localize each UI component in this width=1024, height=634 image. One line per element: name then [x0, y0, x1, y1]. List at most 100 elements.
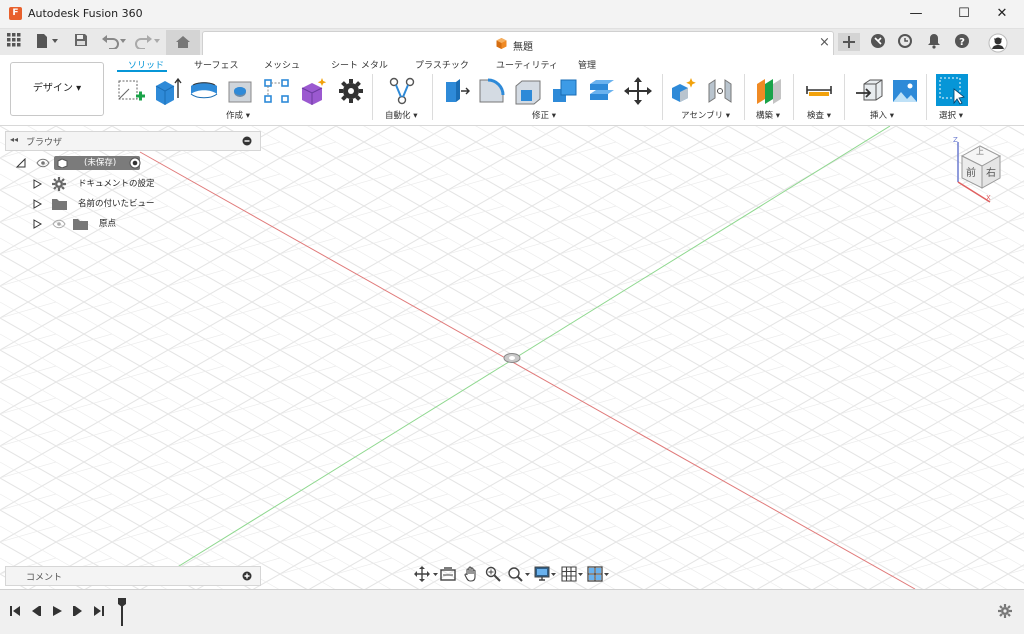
home-icon[interactable]	[166, 30, 200, 55]
save-icon[interactable]	[73, 33, 89, 51]
step-forward-icon[interactable]	[72, 605, 84, 617]
comments-title: コメント	[26, 573, 63, 583]
folder-icon	[73, 219, 88, 230]
expand-arrow-icon[interactable]	[33, 199, 42, 209]
tab-manage[interactable]: 管理	[578, 58, 596, 71]
ribbon-separator	[926, 74, 927, 120]
view-cube-top-label[interactable]: 上	[976, 146, 984, 157]
insert-canvas-image-icon[interactable]	[890, 76, 920, 106]
press-pull-icon[interactable]	[441, 76, 471, 106]
create-sketch-icon[interactable]	[116, 76, 146, 106]
zoom-icon[interactable]	[485, 566, 501, 582]
add-comment-icon[interactable]	[242, 571, 252, 581]
play-icon[interactable]	[51, 605, 63, 617]
tab-utilities[interactable]: ユーティリティ	[496, 58, 558, 71]
tab-plastic[interactable]: プラスチック	[415, 58, 469, 71]
look-at-icon[interactable]	[440, 566, 456, 582]
extensions-icon[interactable]	[869, 33, 887, 51]
tab-sheet-metal[interactable]: シート メタル	[331, 58, 388, 71]
grid-snaps-icon[interactable]	[561, 566, 585, 582]
extrude-icon[interactable]	[152, 76, 182, 106]
construct-group-label[interactable]: 構築 ▾	[756, 109, 780, 121]
fillet-icon[interactable]	[477, 76, 507, 106]
ribbon-separator	[744, 74, 745, 120]
tab-surface[interactable]: サーフェス	[194, 58, 238, 71]
move-copy-icon[interactable]	[623, 76, 653, 106]
x-axis-label: X	[986, 194, 991, 202]
measure-icon[interactable]	[804, 76, 834, 106]
pan-hand-icon[interactable]	[463, 566, 479, 582]
split-body-icon[interactable]	[587, 76, 617, 106]
offset-plane-icon[interactable]	[754, 76, 784, 106]
insert-group-label[interactable]: 挿入 ▾	[870, 109, 894, 121]
folder-icon	[52, 199, 67, 210]
step-back-icon[interactable]	[30, 605, 42, 617]
workspace-switcher-button[interactable]: デザイン ▾	[10, 62, 104, 116]
joint-icon[interactable]	[705, 76, 735, 106]
new-tab-plus-icon[interactable]	[838, 33, 860, 51]
orbit-icon[interactable]	[414, 566, 438, 582]
shell-icon[interactable]	[513, 76, 543, 106]
hidden-eye-icon[interactable]	[52, 219, 66, 229]
ribbon-separator	[844, 74, 845, 120]
visibility-eye-icon[interactable]	[36, 158, 50, 168]
pattern-icon[interactable]	[262, 76, 292, 106]
new-component-icon[interactable]	[669, 76, 699, 106]
origin-marker-icon[interactable]	[503, 352, 521, 364]
navigation-bar	[410, 563, 613, 585]
view-cube-right-label[interactable]: 右	[986, 164, 996, 179]
tab-mesh[interactable]: メッシュ	[264, 58, 300, 71]
help-icon[interactable]: ?	[953, 33, 971, 51]
redo-icon[interactable]	[134, 33, 162, 51]
create-form-icon[interactable]	[298, 76, 328, 106]
view-cube-front-label[interactable]: 前	[966, 164, 976, 179]
create-group-label[interactable]: 作成 ▾	[226, 109, 250, 121]
derive-gear-icon[interactable]	[336, 76, 366, 106]
data-panel-grid-icon[interactable]	[6, 33, 22, 51]
hole-icon[interactable]	[226, 76, 256, 106]
viewports-icon[interactable]	[587, 566, 611, 582]
close-tab-icon[interactable]: ×	[819, 35, 830, 50]
file-menu-icon[interactable]	[34, 33, 60, 51]
revolve-icon[interactable]	[189, 76, 219, 106]
minimize-button[interactable]: —	[896, 3, 936, 25]
collapse-browser-icon[interactable]: ◂◂	[10, 135, 18, 144]
user-avatar-icon[interactable]	[987, 33, 1009, 53]
combine-icon[interactable]	[550, 76, 580, 106]
insert-derive-icon[interactable]	[854, 76, 884, 106]
view-cube[interactable]: 上 前 右 Z X	[950, 136, 1010, 208]
select-tool-icon[interactable]	[936, 74, 968, 106]
job-status-clock-icon[interactable]	[896, 33, 914, 51]
timeline-marker-handle[interactable]	[116, 597, 128, 627]
root-component-highlight[interactable]: (未保存)	[54, 156, 140, 170]
svg-text:?: ?	[959, 37, 965, 48]
ribbon-separator	[662, 74, 663, 120]
close-window-button[interactable]: ✕	[982, 3, 1022, 25]
document-tab[interactable]: 無題 ×	[202, 31, 834, 56]
undo-icon[interactable]	[100, 33, 128, 51]
comments-panel-header[interactable]: コメント	[5, 566, 261, 586]
ribbon-separator	[793, 74, 794, 120]
expand-arrow-icon[interactable]	[33, 179, 42, 189]
assemble-group-label[interactable]: アセンブリ ▾	[681, 109, 730, 121]
expand-arrow-icon[interactable]	[33, 219, 42, 229]
maximize-button[interactable]: ☐	[944, 3, 984, 25]
expand-triangle-icon[interactable]	[16, 158, 26, 168]
automate-icon[interactable]	[387, 76, 417, 106]
modify-group-label[interactable]: 修正 ▾	[532, 109, 556, 121]
go-to-end-icon[interactable]	[93, 605, 105, 617]
inspect-group-label[interactable]: 検査 ▾	[807, 109, 831, 121]
timeline-settings-gear-icon[interactable]	[998, 604, 1012, 618]
go-to-start-icon[interactable]	[9, 605, 21, 617]
fusion-app-icon: F	[9, 7, 22, 20]
select-group-label[interactable]: 選択 ▾	[939, 109, 963, 121]
fit-zoom-icon[interactable]	[507, 566, 531, 582]
activate-radio-icon[interactable]	[129, 157, 141, 169]
browser-toggle-icon[interactable]	[242, 136, 252, 146]
notifications-bell-icon[interactable]	[925, 33, 943, 51]
display-settings-icon[interactable]	[534, 566, 558, 582]
active-tab-indicator	[117, 70, 167, 72]
browser-item-label: 名前の付いたビュー	[78, 199, 155, 209]
browser-header[interactable]: ◂◂ ブラウザ	[5, 131, 261, 151]
automate-group-label[interactable]: 自動化 ▾	[385, 109, 417, 121]
